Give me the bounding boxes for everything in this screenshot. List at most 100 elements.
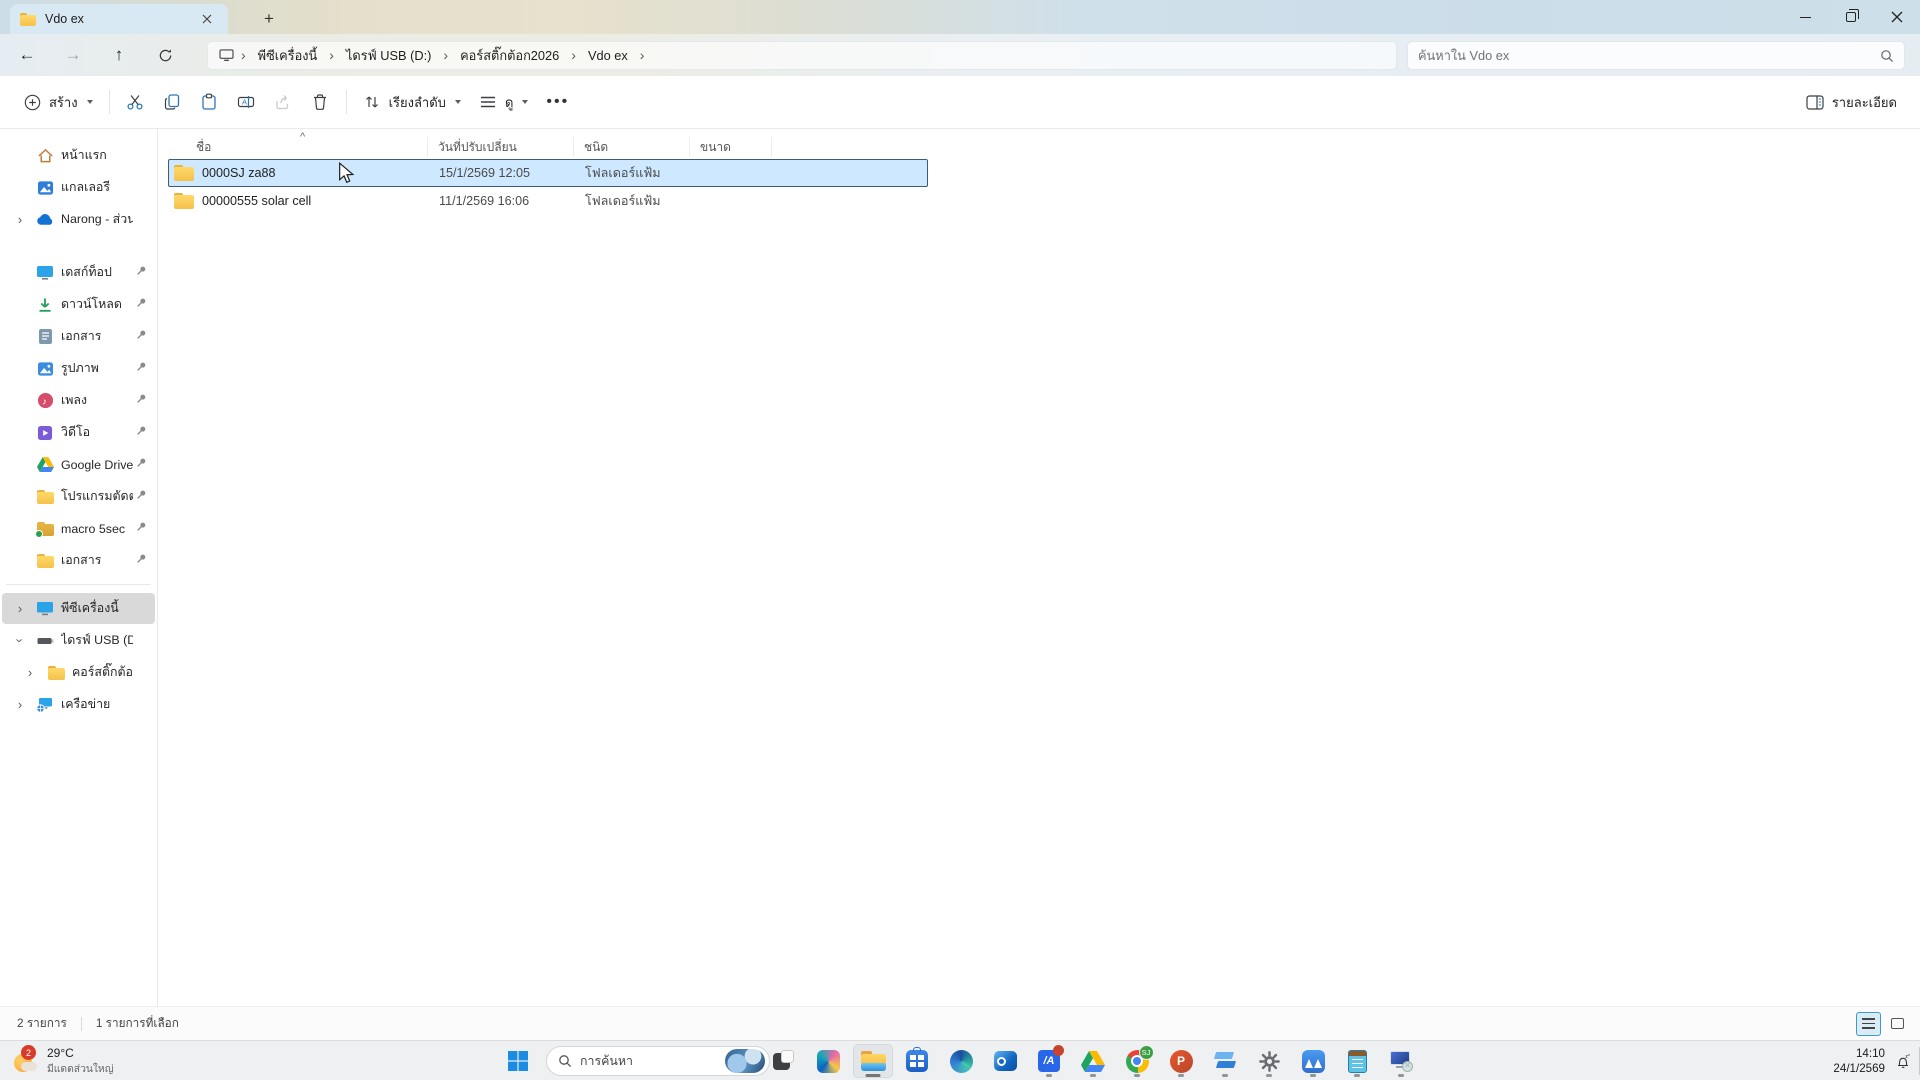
powerpoint-glyph: P xyxy=(1177,1054,1185,1068)
powerpoint-button[interactable]: P xyxy=(1161,1044,1201,1078)
remote-desktop-button[interactable]: ⤫ xyxy=(1381,1044,1421,1078)
new-tab-button[interactable]: + xyxy=(258,8,280,30)
sidebar-item-downloads[interactable]: ดาวน์โหลด xyxy=(2,289,155,320)
sidebar-item-onedrive[interactable]: › Narong - ส่วนบุคคล xyxy=(2,204,155,235)
stacked-app-button[interactable] xyxy=(1205,1044,1245,1078)
details-pane-button[interactable]: รายละเอียด xyxy=(1797,84,1906,120)
settings-button[interactable] xyxy=(1249,1044,1289,1078)
weather-widget[interactable]: 2 29°C มีแดดส่วนใหญ่ xyxy=(6,1044,120,1078)
sidebar-item-macro-5sec[interactable]: macro 5sec xyxy=(2,513,155,544)
breadcrumb-item-usb-drive[interactable]: ไดรฟ์ USB (D:) xyxy=(339,42,438,69)
close-button[interactable] xyxy=(1874,0,1920,34)
videos-icon xyxy=(35,423,55,443)
sidebar-item-usb-drive[interactable]: › ไดรฟ์ USB (D:) xyxy=(2,625,155,656)
large-icons-view-toggle[interactable] xyxy=(1885,1012,1910,1036)
double-triangle-icon xyxy=(1302,1050,1325,1073)
taskbar-clock[interactable]: 14:10 24/1/2569 xyxy=(1833,1046,1885,1076)
paste-button[interactable] xyxy=(191,84,228,120)
sidebar-item-network[interactable]: › เครือข่าย xyxy=(2,689,155,720)
file-row-0000sj-za88[interactable]: 0000SJ za88 15/1/2569 12:05 โฟลเดอร์แฟ้ม xyxy=(168,159,928,187)
column-header-modified[interactable]: วันที่ปรับเปลี่ยน xyxy=(428,137,574,157)
breadcrumb-item-current[interactable]: Vdo ex xyxy=(581,45,635,66)
sort-arrows-icon xyxy=(363,93,382,112)
running-indicator xyxy=(1090,1074,1096,1077)
sidebar-item-music[interactable]: ♪ เพลง xyxy=(2,385,155,416)
breadcrumb-item-this-pc[interactable]: พีซีเครื่องนี้ xyxy=(251,42,325,69)
sidebar-item-pictures[interactable]: รูปภาพ xyxy=(2,353,155,384)
edge-button[interactable] xyxy=(941,1044,981,1078)
cut-button[interactable] xyxy=(117,84,154,120)
file-explorer-button[interactable] xyxy=(853,1044,893,1078)
column-header-name[interactable]: ชื่อ xyxy=(168,137,428,157)
folder-person-icon xyxy=(35,487,55,507)
gear-icon xyxy=(1258,1050,1281,1073)
folder-icon xyxy=(35,551,55,571)
new-button[interactable]: สร้าง xyxy=(14,84,102,120)
column-header-type[interactable]: ชนิด xyxy=(574,137,690,157)
notepad-icon xyxy=(1348,1050,1367,1073)
forward-button[interactable]: → xyxy=(54,39,92,71)
trash-icon xyxy=(311,93,330,112)
outlook-button[interactable] xyxy=(985,1044,1025,1078)
sidebar-item-videos[interactable]: วิดีโอ xyxy=(2,417,155,448)
file-row-00000555-solar-cell[interactable]: 00000555 solar cell 11/1/2569 16:06 โฟลเ… xyxy=(168,187,928,215)
minimize-button[interactable] xyxy=(1782,0,1828,34)
thumbnail-view-icon xyxy=(1891,1018,1904,1029)
breadcrumb-item-course-folder[interactable]: คอร์สติ๊กต้อก2026 xyxy=(453,42,566,69)
running-indicator xyxy=(1046,1074,1052,1077)
sidebar-item-this-pc[interactable]: › พีซีเครื่องนี้ xyxy=(2,593,155,624)
task-view-button[interactable] xyxy=(764,1044,804,1078)
item-count: 2 รายการ xyxy=(17,1014,67,1033)
copilot-button[interactable] xyxy=(808,1044,848,1078)
microsoft-store-button[interactable] xyxy=(897,1044,937,1078)
search-icon[interactable] xyxy=(1880,49,1894,63)
sidebar-item-documents[interactable]: เอกสาร xyxy=(2,321,155,352)
search-input[interactable] xyxy=(1418,48,1880,63)
chevron-down-icon[interactable]: › xyxy=(13,635,28,647)
back-button[interactable]: ← xyxy=(8,39,46,71)
more-options-button[interactable]: ••• xyxy=(537,84,578,120)
toolbar-divider xyxy=(109,90,110,114)
delete-button[interactable] xyxy=(302,84,339,120)
chevron-down-icon xyxy=(87,100,93,104)
chevron-right-icon[interactable]: › xyxy=(14,697,26,712)
notepad-app-button[interactable] xyxy=(1337,1044,1377,1078)
copy-button[interactable] xyxy=(154,84,191,120)
notification-bell-button[interactable]: zz xyxy=(1894,1052,1912,1070)
sidebar-item-desktop[interactable]: เดสก์ท็อป xyxy=(2,257,155,288)
gallery-icon xyxy=(35,178,55,198)
sidebar-item-edit-program[interactable]: โปรแกรมตัดต่อ xyxy=(2,481,155,512)
explorer-tab[interactable]: Vdo ex xyxy=(10,4,228,34)
windows-logo-icon xyxy=(506,1049,530,1073)
view-button[interactable]: ดู xyxy=(470,84,537,120)
start-button[interactable] xyxy=(498,1044,538,1078)
chevron-right-icon[interactable]: › xyxy=(14,601,26,616)
taskbar-search[interactable]: การค้นหา xyxy=(546,1046,770,1076)
up-button[interactable]: ↑ xyxy=(100,39,138,71)
refresh-button[interactable] xyxy=(146,39,184,71)
file-explorer-icon xyxy=(861,1051,886,1072)
edit-app-button[interactable]: /A xyxy=(1029,1044,1069,1078)
sidebar-item-course-folder[interactable]: › คอร์สติ๊กต้อก2026 xyxy=(2,657,155,688)
sidebar-item-google-drive[interactable]: Google Drive (G: xyxy=(2,449,155,480)
tab-close-icon[interactable] xyxy=(196,8,218,30)
google-drive-button[interactable] xyxy=(1073,1044,1113,1078)
restore-button[interactable] xyxy=(1828,0,1874,34)
details-view-toggle[interactable] xyxy=(1856,1012,1881,1036)
pictures-icon xyxy=(35,359,55,379)
sidebar-item-documents-2[interactable]: เอกสาร xyxy=(2,545,155,576)
sort-button[interactable]: เรียงลำดับ xyxy=(354,84,470,120)
chrome-button[interactable]: SJ xyxy=(1117,1044,1157,1078)
column-header-size[interactable]: ขนาด xyxy=(690,137,772,157)
status-bar: 2 รายการ 1 รายการที่เลือก xyxy=(0,1006,1920,1040)
chevron-right-icon[interactable]: › xyxy=(24,665,36,680)
chevron-right-icon[interactable]: › xyxy=(14,212,26,227)
share-button[interactable] xyxy=(265,84,302,120)
sidebar-item-home[interactable]: หน้าแรก xyxy=(2,140,155,171)
rename-button[interactable]: A xyxy=(228,84,265,120)
pin-icon xyxy=(135,361,147,373)
triangles-app-button[interactable] xyxy=(1293,1044,1333,1078)
sidebar-item-label: เอกสาร xyxy=(61,551,133,570)
selected-count: 1 รายการที่เลือก xyxy=(96,1014,179,1033)
sidebar-item-gallery[interactable]: แกลเลอรี xyxy=(2,172,155,203)
